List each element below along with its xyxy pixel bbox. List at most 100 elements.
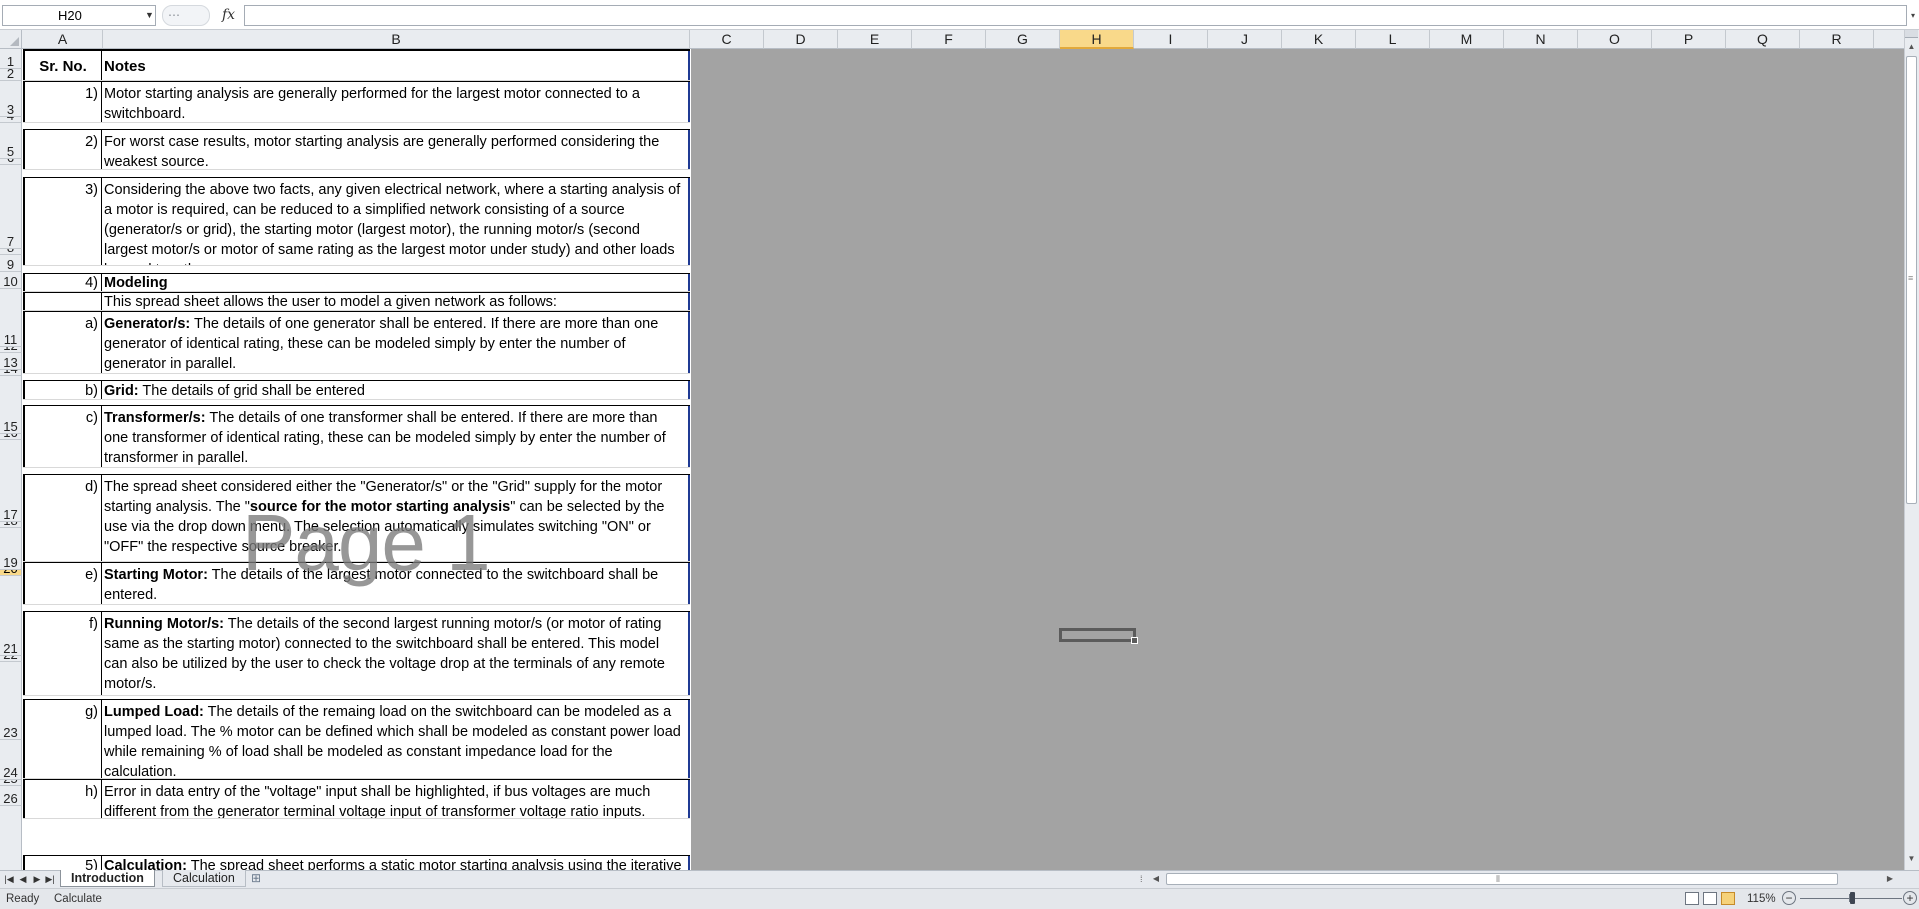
column-header-c[interactable]: C [690, 30, 764, 49]
note-bold-label: Generator/s: [104, 316, 191, 332]
zoom-level[interactable]: 115% [1747, 893, 1776, 905]
row-header-23[interactable]: 23 [0, 662, 22, 740]
cell-A17[interactable]: d) [23, 475, 102, 561]
cell-B7[interactable]: Considering the above two facts, any giv… [102, 178, 690, 265]
column-header-n[interactable]: N [1504, 30, 1578, 49]
cell-B15[interactable]: Transformer/s: The details of one transf… [102, 406, 690, 467]
horizontal-scroll-thumb[interactable] [1166, 873, 1838, 885]
column-header-r[interactable]: R [1800, 30, 1874, 49]
row-header-1[interactable]: 1 [0, 49, 22, 69]
zoom-slider-thumb[interactable] [1850, 892, 1855, 904]
row-header-10[interactable]: 10 [0, 272, 22, 289]
note-bold-label: Running Motor/s: [104, 616, 225, 632]
cell-B24[interactable]: Error in data entry of the "voltage" inp… [102, 780, 690, 818]
row-header-5[interactable]: 5 [0, 123, 22, 159]
cell-B9[interactable]: Modeling [102, 274, 690, 291]
cell-A19[interactable]: e) [23, 563, 102, 604]
page-break-preview-icon[interactable] [1721, 892, 1735, 905]
column-header-e[interactable]: E [838, 30, 912, 49]
row-header-26[interactable]: 26 [0, 786, 22, 806]
cell-B26[interactable]: Calculation: The spread sheet performs a… [102, 856, 690, 870]
column-header-h[interactable]: H [1060, 30, 1134, 49]
first-sheet-icon[interactable]: |◀ [3, 871, 15, 887]
select-all-button[interactable] [0, 30, 22, 49]
status-calculate[interactable]: Calculate [54, 893, 102, 905]
column-header-j[interactable]: J [1208, 30, 1282, 49]
cell-A11[interactable]: a) [23, 312, 102, 373]
scroll-up-icon[interactable]: ▲ [1905, 40, 1918, 54]
row-header-24[interactable]: 24 [0, 740, 22, 780]
note-bold-label: Starting Motor: [104, 567, 208, 583]
cell-B5[interactable]: For worst case results, motor starting a… [102, 130, 690, 169]
active-cell-cursor[interactable] [1059, 628, 1138, 644]
cell-A24[interactable]: h) [23, 780, 102, 818]
cell-A23[interactable]: g) [23, 700, 102, 778]
cell-B21[interactable]: Running Motor/s: The details of the seco… [102, 612, 690, 695]
insert-sheet-icon[interactable]: ⊞ [245, 870, 267, 887]
row-header-9[interactable]: 9 [0, 255, 22, 272]
column-header-q[interactable]: Q [1726, 30, 1800, 49]
column-header-d[interactable]: D [764, 30, 838, 49]
row-header-3[interactable]: 3 [0, 81, 22, 117]
cell-A1[interactable]: Sr. No. [23, 51, 102, 80]
column-header-b[interactable]: B [103, 30, 690, 49]
column-header-i[interactable]: I [1134, 30, 1208, 49]
cell-A7[interactable]: 3) [23, 178, 102, 265]
cell-B23[interactable]: Lumped Load: The details of the remaing … [102, 700, 690, 778]
cell-B17[interactable]: The spread sheet considered either the "… [102, 475, 690, 561]
cell-B19[interactable]: Starting Motor: The details of the large… [102, 563, 690, 604]
cell-A21[interactable]: f) [23, 612, 102, 695]
insert-function-icon[interactable]: fx [222, 5, 235, 26]
cell-B3[interactable]: Motor starting analysis are generally pe… [102, 82, 690, 122]
cell-A26[interactable]: 5) [23, 856, 102, 870]
row-header-7[interactable]: 7 [0, 165, 22, 249]
column-header-m[interactable]: M [1430, 30, 1504, 49]
column-header-p[interactable]: P [1652, 30, 1726, 49]
worksheet-grid[interactable]: Sr. No. Notes 1) Motor starting analysis… [23, 49, 1904, 870]
row-header-15[interactable]: 15 [0, 376, 22, 434]
name-box-dropdown-icon[interactable]: ▼ [145, 5, 154, 26]
table-header-row: Sr. No. Notes [23, 49, 690, 81]
tab-introduction[interactable]: Introduction [60, 870, 155, 887]
table-row: c) Transformer/s: The details of one tra… [23, 405, 690, 468]
zoom-in-icon[interactable]: + [1903, 891, 1917, 905]
cell-B1[interactable]: Notes [102, 51, 690, 80]
cell-B11[interactable]: Generator/s: The details of one generato… [102, 312, 690, 373]
page-layout-view-icon[interactable] [1703, 892, 1717, 905]
column-header-f[interactable]: F [912, 30, 986, 49]
cell-A9[interactable]: 4) [23, 274, 102, 291]
tab-split-handle[interactable]: ⁞ [1140, 871, 1146, 887]
name-box[interactable]: H20 [2, 5, 156, 26]
column-header-o[interactable]: O [1578, 30, 1652, 49]
cell-A15[interactable]: c) [23, 406, 102, 467]
prev-sheet-icon[interactable]: ◀ [17, 871, 29, 887]
row-header-19[interactable]: 19 [0, 528, 22, 570]
row-header-13[interactable]: 13 [0, 353, 22, 370]
column-header-a[interactable]: A [23, 30, 103, 49]
scroll-down-icon[interactable]: ▼ [1905, 852, 1918, 866]
cell-A13[interactable]: b) [23, 381, 102, 399]
formula-input[interactable] [244, 5, 1907, 26]
column-header-g[interactable]: G [986, 30, 1060, 49]
scroll-right-icon[interactable]: ▶ [1884, 871, 1896, 887]
cell-B13[interactable]: Grid: The details of grid shall be enter… [102, 381, 690, 399]
vertical-split-handle[interactable] [1905, 30, 1918, 38]
cell-A10[interactable] [23, 293, 102, 310]
normal-view-icon[interactable] [1685, 892, 1699, 905]
last-sheet-icon[interactable]: ▶| [44, 871, 56, 887]
cell-B10[interactable]: This spread sheet allows the user to mod… [102, 293, 690, 310]
row-header-21[interactable]: 21 [0, 576, 22, 656]
column-header-l[interactable]: L [1356, 30, 1430, 49]
next-sheet-icon[interactable]: ▶ [31, 871, 43, 887]
row-header-11[interactable]: 11 [0, 289, 22, 347]
expand-formula-bar-icon[interactable]: ▾ [1908, 5, 1918, 26]
tab-calculation[interactable]: Calculation [162, 870, 246, 887]
row-header-17[interactable]: 17 [0, 440, 22, 522]
scroll-left-icon[interactable]: ◀ [1150, 871, 1162, 887]
row-header-2[interactable]: 2 [0, 69, 22, 81]
status-ready: Ready [6, 893, 40, 905]
zoom-out-icon[interactable]: − [1782, 891, 1796, 905]
cell-A5[interactable]: 2) [23, 130, 102, 169]
cell-A3[interactable]: 1) [23, 82, 102, 122]
column-header-k[interactable]: K [1282, 30, 1356, 49]
